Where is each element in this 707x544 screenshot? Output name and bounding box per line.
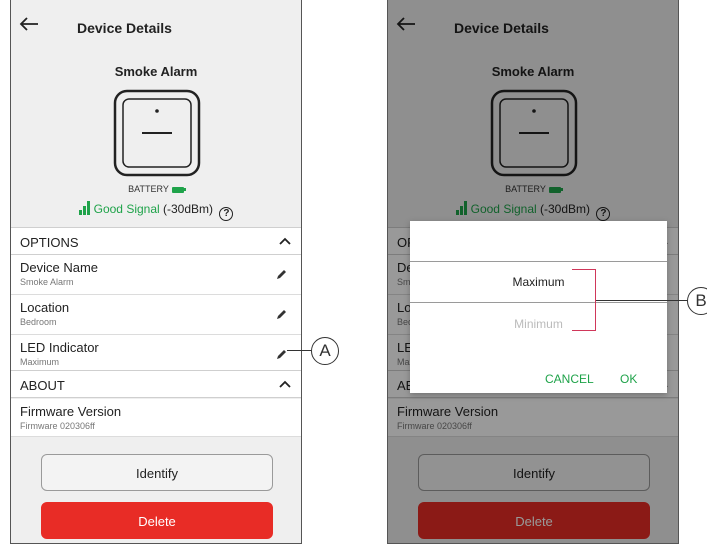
back-arrow-icon[interactable] — [19, 17, 39, 31]
led-indicator-value: Maximum — [20, 357, 60, 367]
page-title: Device Details — [454, 20, 549, 36]
header: Device Details — [388, 0, 678, 48]
battery-status: BATTERY — [388, 184, 678, 194]
battery-label: BATTERY — [128, 184, 169, 194]
signal-status-text: Good Signal — [470, 202, 537, 216]
callout-b-leader-line — [596, 300, 687, 301]
delete-button[interactable]: Delete — [41, 502, 273, 539]
battery-icon — [548, 186, 563, 193]
device-details-screen: Device Details Smoke Alarm BATTERY Good … — [10, 0, 302, 544]
firmware-row: Firmware Version Firmware 020306ff — [388, 399, 678, 437]
device-title: Smoke Alarm — [114, 64, 198, 79]
back-arrow-icon[interactable] — [396, 17, 416, 31]
cancel-button[interactable]: CANCEL — [545, 372, 594, 386]
signal-bars-icon — [455, 201, 468, 215]
firmware-label: Firmware Version — [20, 404, 122, 419]
about-label: ABOUT — [20, 378, 65, 393]
signal-status: Good Signal (-30dBm) ? — [388, 201, 678, 221]
led-indicator-row[interactable]: LED Indicator Maximum — [11, 335, 301, 375]
smoke-alarm-device-icon — [113, 89, 201, 177]
header: Device Details — [11, 0, 301, 48]
firmware-row: Firmware Version Firmware 020306ff — [11, 399, 301, 437]
signal-status: Good Signal (-30dBm) ? — [11, 201, 301, 221]
device-title: Smoke Alarm — [491, 64, 575, 79]
chevron-up-icon[interactable] — [279, 380, 291, 388]
location-value: Bedroom — [20, 317, 57, 327]
callout-b: B — [687, 287, 707, 315]
ok-button[interactable]: OK — [620, 372, 637, 386]
delete-button[interactable]: Delete — [418, 502, 650, 539]
firmware-value: Firmware 020306ff — [397, 421, 472, 431]
callout-a: A — [311, 337, 339, 365]
signal-status-text: Good Signal — [93, 202, 160, 216]
page-title: Device Details — [77, 20, 172, 36]
option-minimum[interactable]: Minimum — [410, 317, 667, 331]
edit-led-indicator-pencil-icon[interactable] — [276, 349, 287, 360]
help-icon[interactable]: ? — [219, 207, 234, 221]
callout-b-bracket — [572, 269, 596, 331]
identify-button[interactable]: Identify — [41, 454, 273, 491]
location-label: Location — [20, 300, 70, 315]
option-maximum[interactable]: Maximum — [410, 275, 667, 289]
picker-divider-top — [410, 261, 667, 262]
device-name-row[interactable]: Device Name Smoke Alarm — [11, 255, 301, 295]
battery-icon — [171, 186, 186, 193]
options-section-header[interactable]: OPTIONS — [11, 227, 301, 255]
picker-divider-bottom — [410, 302, 667, 303]
signal-bars-icon — [78, 201, 91, 215]
identify-button[interactable]: Identify — [418, 454, 650, 491]
options-label: OPTIONS — [20, 235, 79, 250]
edit-location-pencil-icon[interactable] — [276, 309, 287, 320]
device-name-label: Device Name — [20, 260, 99, 275]
battery-label: BATTERY — [505, 184, 546, 194]
led-indicator-dialog: Maximum Minimum CANCEL OK — [410, 221, 667, 393]
battery-status: BATTERY — [11, 184, 301, 194]
about-section-header[interactable]: ABOUT — [11, 370, 301, 398]
location-row[interactable]: Location Bedroom — [11, 295, 301, 335]
firmware-label: Firmware Version — [397, 404, 499, 419]
device-name-value: Smoke Alarm — [20, 277, 74, 287]
edit-device-name-pencil-icon[interactable] — [276, 269, 287, 280]
help-icon[interactable]: ? — [596, 207, 611, 221]
smoke-alarm-device-icon — [490, 89, 578, 177]
signal-value: (-30dBm) — [163, 202, 214, 216]
firmware-value: Firmware 020306ff — [20, 421, 95, 431]
chevron-up-icon[interactable] — [279, 237, 291, 245]
led-indicator-label: LED Indicator — [20, 340, 99, 355]
signal-value: (-30dBm) — [540, 202, 591, 216]
callout-a-leader-line — [287, 350, 311, 351]
device-details-screen-with-dialog: Device Details Smoke Alarm BATTERY Good … — [387, 0, 679, 544]
